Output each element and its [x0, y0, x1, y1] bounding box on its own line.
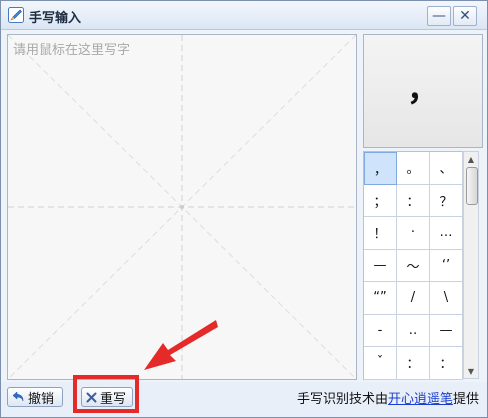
candidate-item[interactable]: ，	[364, 152, 397, 185]
canvas-guide-lines	[8, 35, 356, 379]
title-bar[interactable]: 手写输入 — ✕	[1, 1, 487, 30]
handwriting-input-window: 手写输入 — ✕ 请用鼠标在这里写字 ， ， 。 、 ； ： ？ ！ · … —…	[0, 0, 488, 418]
credit-link[interactable]: 开心逍遥笔	[388, 392, 453, 407]
candidate-item[interactable]: ？	[430, 184, 463, 217]
undo-button[interactable]: 撤销	[7, 387, 63, 407]
candidate-item[interactable]: ：	[430, 347, 463, 380]
handwriting-canvas[interactable]: 请用鼠标在这里写字	[7, 34, 357, 380]
close-button[interactable]: ✕	[453, 6, 477, 26]
candidate-item[interactable]: \	[430, 282, 463, 315]
pen-icon	[8, 7, 24, 23]
minimize-icon: —	[432, 8, 446, 24]
candidate-item[interactable]: ：	[397, 347, 430, 380]
candidate-item[interactable]: …	[430, 217, 463, 250]
recognized-preview: ，	[363, 34, 483, 148]
candidate-item[interactable]: ：	[397, 184, 430, 217]
candidate-scrollbar[interactable]: ▲ ▼	[463, 151, 479, 379]
candidate-grid: ， 。 、 ； ： ？ ！ · … — ～ ‘’ “” / \ - ‥ — ˇ …	[363, 151, 463, 380]
undo-label: 撤销	[28, 391, 55, 407]
candidate-item[interactable]: “”	[364, 282, 397, 315]
canvas-placeholder: 请用鼠标在这里写字	[13, 43, 131, 58]
close-icon: ✕	[459, 8, 471, 24]
annotation-highlight-box	[73, 375, 139, 413]
candidate-item[interactable]: —	[364, 249, 397, 282]
minimize-button[interactable]: —	[427, 6, 451, 26]
window-title: 手写输入	[29, 11, 82, 26]
candidate-item[interactable]: /	[397, 282, 430, 315]
credit-text: 手写识别技术由开心逍遥笔提供	[297, 388, 479, 407]
credit-prefix: 手写识别技术由	[296, 392, 388, 407]
undo-icon	[12, 391, 25, 403]
scroll-down-icon[interactable]: ▼	[464, 364, 478, 378]
candidate-item[interactable]: ‥	[397, 314, 430, 347]
candidate-item[interactable]: 、	[430, 152, 463, 185]
candidate-item[interactable]: ！	[364, 217, 397, 250]
candidate-item[interactable]: ～	[397, 249, 430, 282]
preview-char: ，	[406, 70, 439, 108]
candidate-item[interactable]: ‘’	[430, 249, 463, 282]
candidate-item[interactable]: -	[364, 314, 397, 347]
candidate-item[interactable]: ˇ	[364, 347, 397, 380]
candidate-item[interactable]: ·	[397, 217, 430, 250]
candidate-item[interactable]: ；	[364, 184, 397, 217]
scroll-thumb[interactable]	[466, 167, 478, 205]
candidate-item[interactable]: 。	[397, 152, 430, 185]
scroll-up-icon[interactable]: ▲	[464, 152, 478, 166]
credit-suffix: 提供	[452, 392, 479, 407]
candidate-item[interactable]: —	[430, 314, 463, 347]
